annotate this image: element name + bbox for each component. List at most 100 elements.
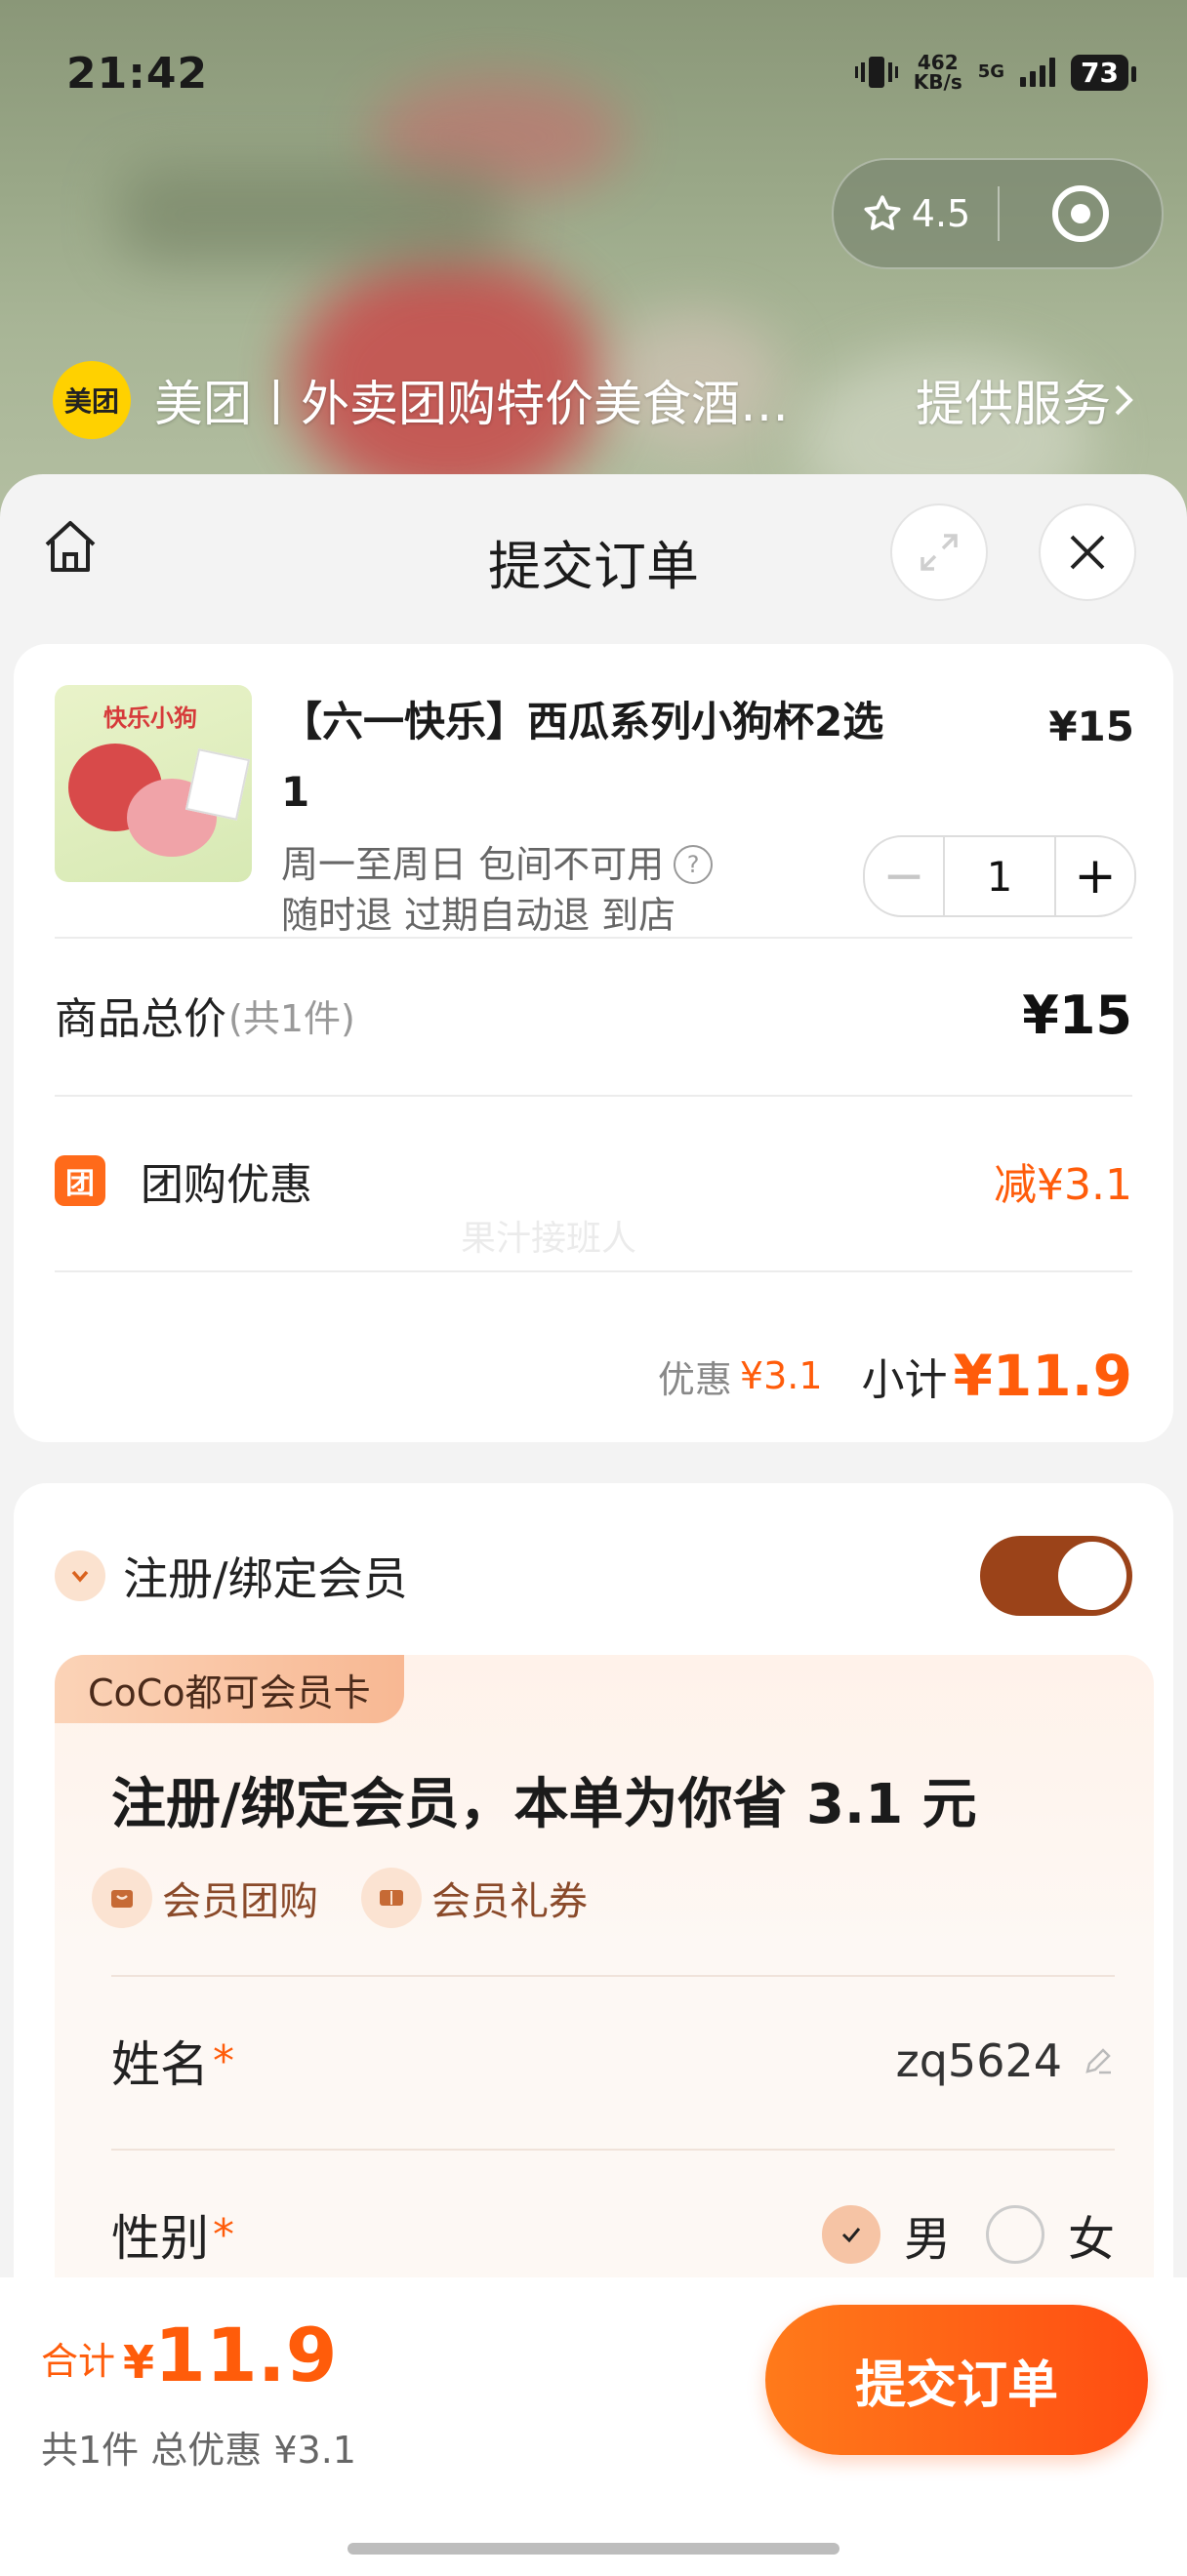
perk-label: 会员团购 [162, 1879, 318, 1924]
usage-text: 周一至周日 包间不可用 [281, 843, 665, 886]
name-field[interactable]: zq5624 [896, 2034, 1115, 2087]
network-label: 5G [977, 61, 1005, 82]
star-icon [864, 195, 901, 230]
name-value: zq5624 [895, 2034, 1062, 2087]
divider [111, 2149, 1115, 2151]
chevron-down-icon[interactable] [55, 1550, 105, 1601]
expand-button[interactable] [890, 503, 988, 601]
total-sum: 合计 ¥ 11.9 [41, 2316, 338, 2395]
quantity-value[interactable]: 1 [943, 837, 1056, 915]
refund-info: 随时退 过期自动退 到店 [281, 894, 676, 937]
gender-label: 性别 [111, 2210, 209, 2267]
divider [55, 1270, 1132, 1272]
required-mark: * [213, 2209, 234, 2260]
gender-field-row: 性别 * 男 女 [111, 2186, 1115, 2283]
bg-blob [117, 166, 508, 263]
page-title: 提交订单 [488, 536, 699, 597]
goods-total-label: 商品总价 [55, 994, 226, 1044]
check-icon [821, 2205, 880, 2264]
goods-count: (共1件) [228, 996, 355, 1040]
product-price: ¥15 [1048, 703, 1134, 750]
product-image-text: 快乐小狗 [103, 704, 197, 732]
perk-item: 会员礼券 [361, 1868, 588, 1928]
membership-toggle[interactable] [980, 1536, 1132, 1616]
product-image[interactable]: 快乐小狗 [55, 685, 252, 882]
total-value: 11.9 [154, 2312, 338, 2398]
total-summary: 共1件 总优惠 ¥3.1 [41, 2429, 356, 2472]
close-miniprogram-button[interactable] [1000, 183, 1162, 244]
name-label: 姓名 [111, 2036, 209, 2093]
signal-icon [1020, 58, 1056, 87]
name-field-row: 姓名 * zq5624 [111, 2012, 1115, 2110]
expand-icon [921, 534, 958, 571]
vibrate-icon [854, 57, 898, 88]
membership-header: 注册/绑定会员 [55, 1522, 1132, 1630]
sheet-header: 提交订单 [0, 474, 1187, 650]
rating-button[interactable]: 4.5 [834, 192, 998, 235]
service-label: 提供服务 [916, 376, 1111, 432]
rating-value: 4.5 [911, 192, 971, 235]
meituan-logo: 美团 [53, 361, 131, 439]
radio-empty-icon [985, 2205, 1044, 2264]
subtotal-label: 小计 [861, 1355, 948, 1405]
currency-symbol: ¥ [123, 2336, 155, 2389]
gender-male-label: 男 [903, 2212, 951, 2267]
divider [111, 1975, 1115, 1977]
order-sheet: 提交订单 快乐小狗 【六一快乐】西瓜系列小狗杯2选1 ¥15 周一至周日 包间不… [0, 474, 1187, 2576]
status-icons: 462 KB/s 5G 73 [854, 53, 1136, 92]
network-type: 5G [978, 63, 1004, 81]
product-name: 【六一快乐】西瓜系列小狗杯2选1 [281, 698, 884, 816]
goods-total-row: 商品总价 (共1件) ¥15 [55, 966, 1132, 1064]
gender-male-option[interactable]: 男 [821, 2200, 951, 2269]
required-mark: * [213, 2035, 234, 2086]
saved-value: ¥3.1 [739, 1354, 823, 1397]
miniprogram-capsule: 4.5 [832, 158, 1164, 269]
edit-icon [1085, 2048, 1111, 2074]
battery-icon: 73 [1071, 54, 1136, 91]
submit-order-button[interactable]: 提交订单 [765, 2305, 1148, 2455]
bag-icon [92, 1868, 152, 1928]
checkout-bar: 合计 ¥ 11.9 共1件 总优惠 ¥3.1 提交订单 [0, 2277, 1187, 2576]
increase-button[interactable]: + [1056, 837, 1134, 915]
close-button[interactable] [1039, 503, 1136, 601]
gender-female-label: 女 [1067, 2212, 1115, 2267]
target-icon [1052, 185, 1109, 242]
net-speed: 462 KB/s [914, 53, 962, 92]
group-discount-value: 减¥3.1 [994, 1160, 1132, 1210]
goods-total-value: ¥15 [1022, 984, 1132, 1046]
watermark: 果汁接班人 [461, 1219, 637, 1259]
member-card-tag: CoCo都可会员卡 [55, 1655, 404, 1723]
decrease-button[interactable]: − [865, 837, 943, 915]
toggle-knob [1058, 1542, 1126, 1610]
status-time: 21:42 [66, 49, 209, 99]
help-icon[interactable]: ? [674, 845, 714, 884]
subtotal-value: ¥11.9 [953, 1343, 1132, 1409]
quantity-stepper: − 1 + [863, 835, 1136, 917]
net-speed-value: 462 [917, 51, 959, 74]
saved-label: 优惠 [657, 1357, 732, 1401]
gender-radio-group: 男 女 [821, 2200, 1115, 2269]
group-discount-label: 团购优惠 [141, 1160, 312, 1210]
gender-female-option[interactable]: 女 [985, 2200, 1115, 2269]
divider [55, 1095, 1132, 1097]
status-bar: 21:42 462 KB/s 5G 73 [0, 0, 1187, 146]
member-perks: 会员团购 会员礼券 [92, 1868, 588, 1928]
coupon-icon [361, 1868, 422, 1928]
subtotal-row: 优惠 ¥3.1 小计 ¥11.9 [55, 1327, 1132, 1425]
close-icon [1070, 535, 1105, 570]
product-usage-info: 周一至周日 包间不可用 ? [281, 839, 714, 890]
divider [55, 937, 1132, 939]
group-buy-icon: 团 [55, 1155, 105, 1206]
membership-title: 注册/绑定会员 [123, 1552, 408, 1605]
net-speed-unit: KB/s [913, 70, 962, 94]
product-card: 快乐小狗 【六一快乐】西瓜系列小狗杯2选1 ¥15 周一至周日 包间不可用 ? … [14, 644, 1173, 1442]
service-provider-link[interactable]: 提供服务 [916, 365, 1136, 435]
member-headline: 注册/绑定会员，本单为你省 3.1 元 [111, 1773, 977, 1836]
total-label: 合计 [41, 2340, 116, 2383]
perk-item: 会员团购 [92, 1868, 318, 1928]
chevron-right-icon [1115, 384, 1133, 416]
merchant-row[interactable]: 美团 美团丨外卖团购特价美食酒… 提供服务 [53, 359, 1136, 441]
home-indicator[interactable] [348, 2543, 839, 2555]
perk-label: 会员礼券 [431, 1879, 588, 1924]
merchant-title: 美团丨外卖团购特价美食酒… [154, 376, 789, 432]
